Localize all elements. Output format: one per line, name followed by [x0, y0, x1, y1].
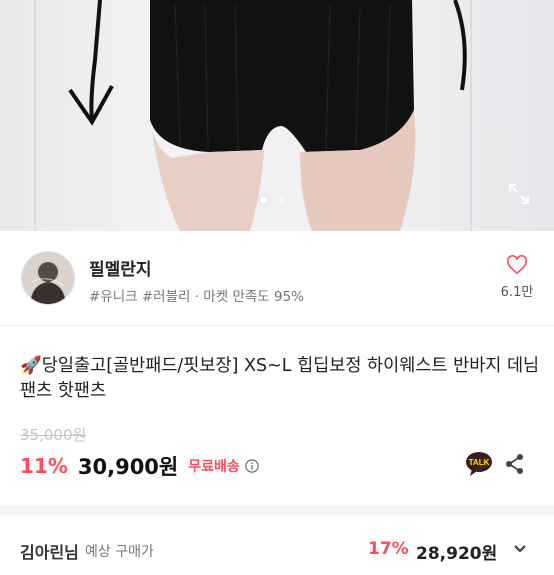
chevron-down-icon[interactable] [512, 541, 528, 557]
shop-tags: #유니크 #러블리 · 마켓 만족도 95% [89, 289, 304, 305]
avatar-image [22, 252, 74, 304]
section-divider [0, 505, 554, 515]
expected-price-label: 예상 구매가 [85, 544, 154, 560]
info-icon[interactable] [245, 459, 259, 473]
price-row: 11% 30,900원 무료배송 [20, 451, 259, 481]
sale-price: 30,900원 [77, 455, 179, 479]
user-name: 김아린님 [20, 543, 79, 562]
product-title: 🚀당일출고[골반패드/핏보장] XS~L 힙딥보정 하이웨스트 반바지 데님팬츠… [20, 356, 540, 401]
discount-rate: 11% [20, 454, 68, 478]
share-icon[interactable] [505, 453, 525, 475]
like-count: 6.1만 [500, 285, 534, 300]
expand-icon[interactable] [507, 182, 531, 206]
shop-name[interactable]: 필멜란지 [89, 255, 152, 280]
expected-price: 28,920원 [416, 544, 498, 564]
svg-text:TALK: TALK [469, 458, 490, 467]
like-button[interactable]: 6.1만 [495, 255, 539, 300]
shop-info[interactable]: 필멜란지 #유니크 #러블리 · 마켓 만족도 95% 6.1만 [0, 231, 554, 326]
heart-icon [507, 255, 527, 275]
expected-discount: 17% [368, 539, 409, 559]
original-price: 35,000원 [20, 426, 87, 444]
carousel-dot[interactable] [260, 196, 268, 204]
carousel-indicator [260, 196, 286, 204]
product-image[interactable] [0, 0, 554, 231]
kakao-talk-icon[interactable]: TALK [465, 451, 493, 477]
expected-price-row[interactable]: 김아린님 예상 구매가 17% 28,920원 [0, 535, 554, 575]
shop-avatar[interactable] [21, 251, 75, 305]
carousel-dot[interactable] [278, 196, 286, 204]
free-shipping-label: 무료배송 [188, 459, 240, 475]
